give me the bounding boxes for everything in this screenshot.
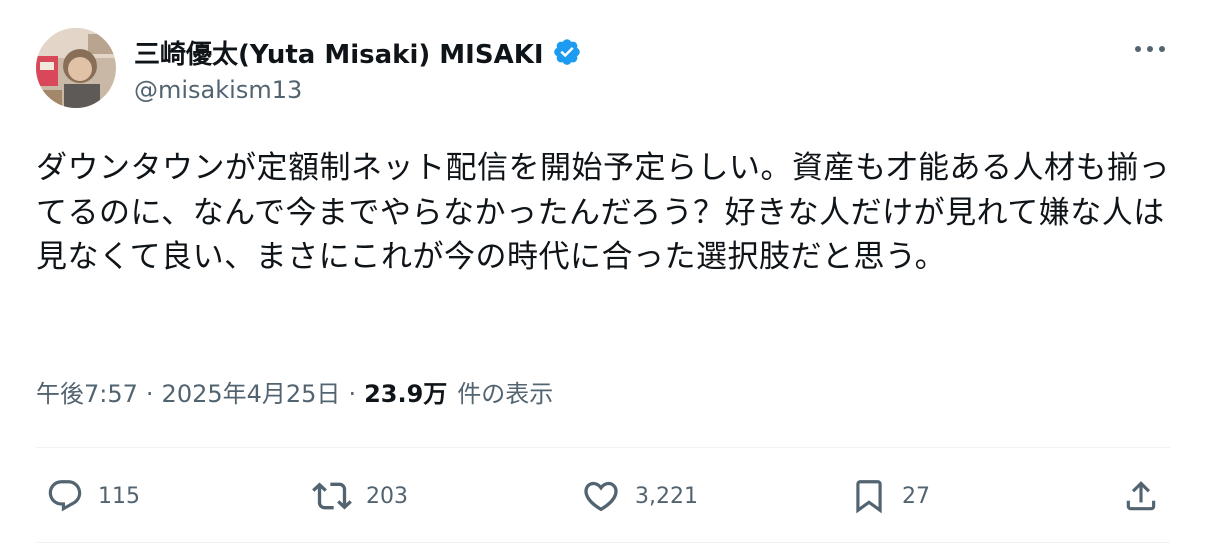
share-upload-icon: [1126, 481, 1156, 511]
tweet-date[interactable]: 2025年4月25日: [162, 374, 341, 409]
views-label: 件の表示: [457, 380, 554, 408]
share-button[interactable]: [1122, 476, 1160, 516]
tweet-time[interactable]: 午後7:57: [36, 374, 138, 409]
tweet-text: ダウンタウンが定額制ネット配信を開始予定らしい。資産も才能ある人材も揃ってるのに…: [36, 150, 1170, 275]
like-count: 3,221: [635, 483, 698, 509]
heart-icon: [584, 481, 618, 512]
tweet-card: 三崎優太(Yuta Misaki) MISAKI @misakism13 ダウン…: [0, 0, 1209, 558]
avatar[interactable]: [36, 28, 116, 108]
bookmark-button[interactable]: 27: [850, 476, 930, 516]
reply-count: 115: [98, 483, 140, 509]
divider: [36, 542, 1170, 543]
retweet-count: 203: [366, 483, 408, 509]
tweet-meta: 午後7:57 · 2025年4月25日 · 23.9万 件の表示: [36, 374, 553, 409]
action-bar: 115 203 3,221 27: [36, 456, 1170, 536]
divider: [36, 447, 1170, 448]
user-name-row: 三崎優太(Yuta Misaki) MISAKI: [134, 34, 582, 70]
reply-button[interactable]: 115: [46, 476, 140, 516]
retweet-button[interactable]: 203: [312, 476, 408, 516]
verified-badge-icon: [552, 37, 582, 67]
avatar-image: [36, 28, 116, 108]
user-handle[interactable]: @misakism13: [134, 76, 302, 104]
views-count[interactable]: 23.9万: [364, 374, 447, 409]
like-button[interactable]: 3,221: [581, 476, 698, 516]
display-name[interactable]: 三崎優太(Yuta Misaki) MISAKI: [134, 34, 544, 71]
reply-bubble-icon: [48, 480, 82, 512]
retweet-arrows-icon: [312, 482, 352, 510]
bookmark-icon: [856, 480, 882, 514]
bookmark-count: 27: [902, 483, 930, 509]
more-options-button[interactable]: [1130, 34, 1170, 64]
more-dots-icon: [1135, 46, 1165, 52]
meta-separator: ·: [348, 380, 357, 408]
meta-separator: ·: [145, 380, 154, 408]
